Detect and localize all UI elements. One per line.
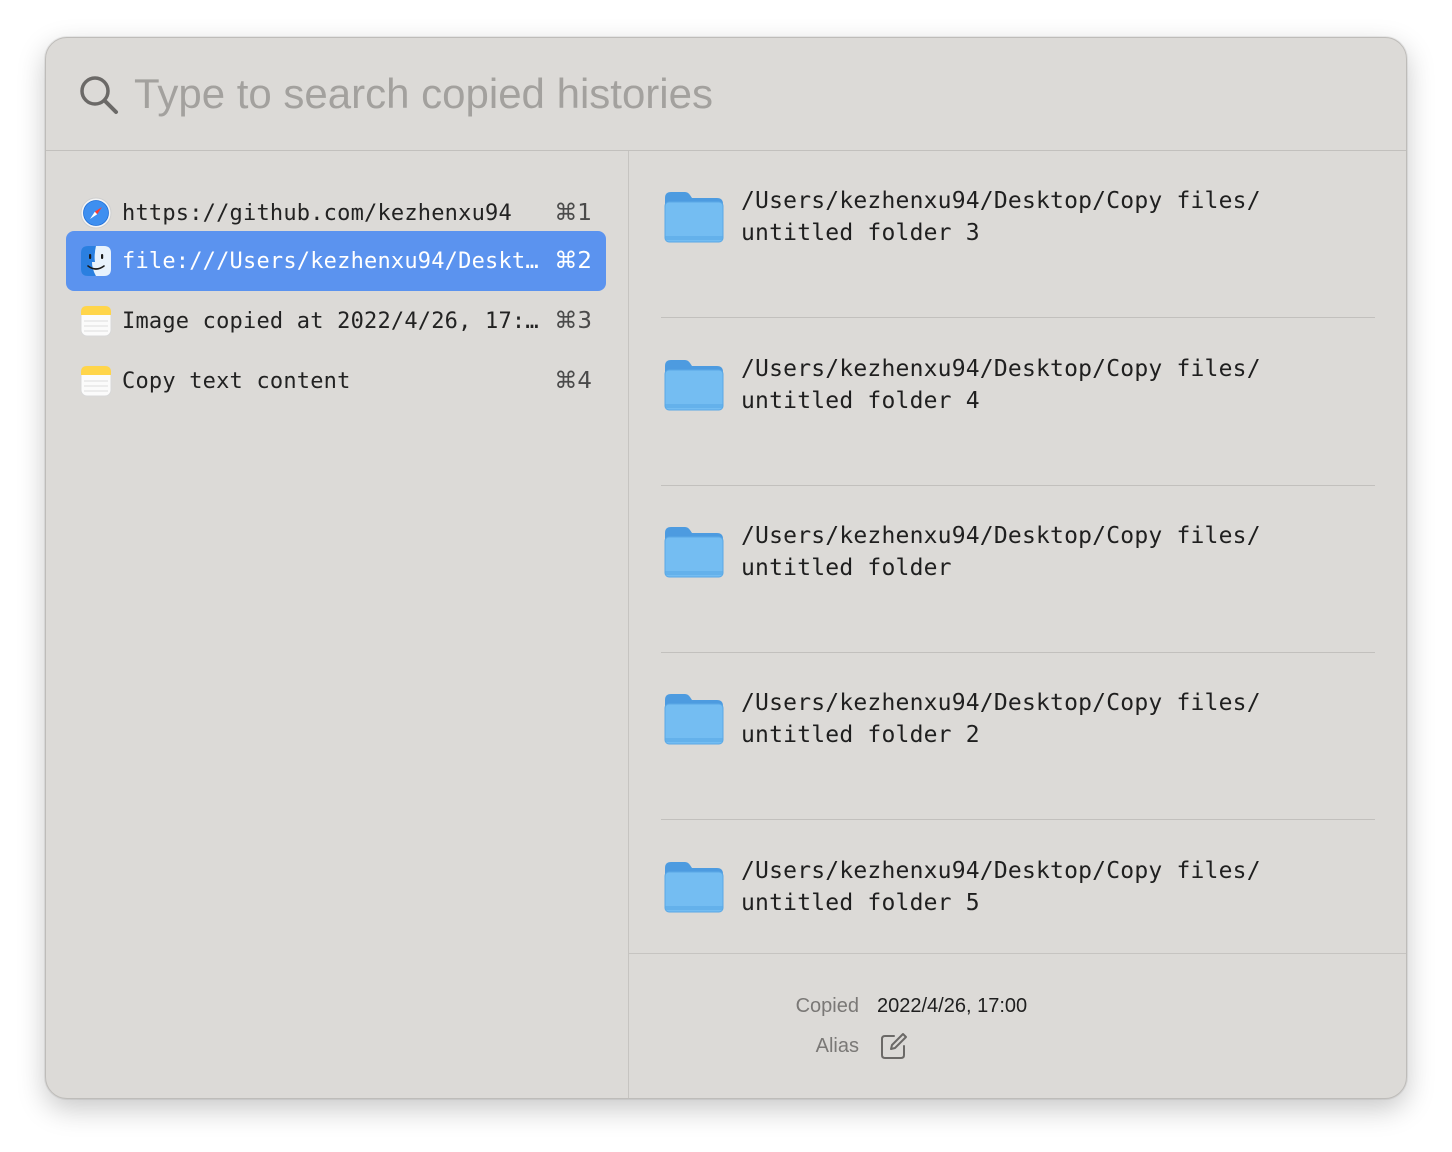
folder-icon xyxy=(664,360,724,411)
file-path-line-2: untitled folder 3 xyxy=(741,220,980,246)
history-item[interactable]: Copy text content ⌘4 xyxy=(66,351,606,411)
edit-icon[interactable] xyxy=(880,1032,908,1060)
file-row[interactable]: /Users/kezhenxu94/Desktop/Copy files/ un… xyxy=(661,319,1375,486)
clipboard-history-window: https://github.com/kezhenxu94 ⌘1 file://… xyxy=(45,37,1407,1099)
safari-icon xyxy=(80,197,112,229)
alias-label: Alias xyxy=(815,1035,859,1057)
detail-pane: /Users/kezhenxu94/Desktop/Copy files/ un… xyxy=(629,151,1406,1098)
history-list: https://github.com/kezhenxu94 ⌘1 file://… xyxy=(46,151,629,1098)
file-path-line-2: untitled folder 4 xyxy=(741,388,980,414)
copied-label: Copied xyxy=(795,995,859,1017)
history-item-selected[interactable]: file:///Users/kezhenxu94/Desktop/Copy fi… xyxy=(66,231,606,291)
search-input[interactable] xyxy=(134,64,1334,124)
file-row[interactable]: /Users/kezhenxu94/Desktop/Copy files/ un… xyxy=(661,151,1375,318)
file-path-line-2: untitled folder xyxy=(741,555,952,581)
folder-icon xyxy=(664,192,724,243)
file-path-line-1: /Users/kezhenxu94/Desktop/Copy files/ xyxy=(741,523,1261,549)
file-path-line-2: untitled folder 5 xyxy=(741,890,980,916)
history-item-label: Image copied at 2022/4/26, 17:00 xyxy=(122,308,545,334)
folder-icon xyxy=(664,694,724,745)
file-path-line-1: /Users/kezhenxu94/Desktop/Copy files/ xyxy=(741,356,1261,382)
finder-icon xyxy=(80,245,112,277)
file-row[interactable]: /Users/kezhenxu94/Desktop/Copy files/ un… xyxy=(661,486,1375,653)
folder-icon xyxy=(664,862,724,913)
metadata-panel: Copied 2022/4/26, 17:00 Alias xyxy=(629,954,1406,1098)
file-path-line-1: /Users/kezhenxu94/Desktop/Copy files/ xyxy=(741,188,1261,214)
history-item-label: file:///Users/kezhenxu94/Desktop/Copy fi… xyxy=(122,248,544,274)
shortcut-badge: ⌘1 xyxy=(554,200,592,226)
folder-icon xyxy=(664,527,724,578)
shortcut-badge: ⌘4 xyxy=(554,368,592,394)
file-path-line-1: /Users/kezhenxu94/Desktop/Copy files/ xyxy=(741,858,1261,884)
file-path-line-1: /Users/kezhenxu94/Desktop/Copy files/ xyxy=(741,690,1261,716)
shortcut-badge: ⌘3 xyxy=(554,308,592,334)
file-list: /Users/kezhenxu94/Desktop/Copy files/ un… xyxy=(629,151,1406,954)
history-item-label: https://github.com/kezhenxu94 xyxy=(122,200,512,226)
notes-icon xyxy=(80,365,112,397)
history-item-label: Copy text content xyxy=(122,368,351,394)
shortcut-badge: ⌘2 xyxy=(554,248,592,274)
file-path-line-2: untitled folder 2 xyxy=(741,722,980,748)
search-bar xyxy=(46,38,1406,151)
notes-icon xyxy=(80,305,112,337)
copied-value: 2022/4/26, 17:00 xyxy=(877,995,1028,1017)
history-item[interactable]: Image copied at 2022/4/26, 17:00 ⌘3 xyxy=(66,291,606,351)
file-row[interactable]: /Users/kezhenxu94/Desktop/Copy files/ un… xyxy=(661,653,1375,820)
search-icon xyxy=(80,76,118,114)
